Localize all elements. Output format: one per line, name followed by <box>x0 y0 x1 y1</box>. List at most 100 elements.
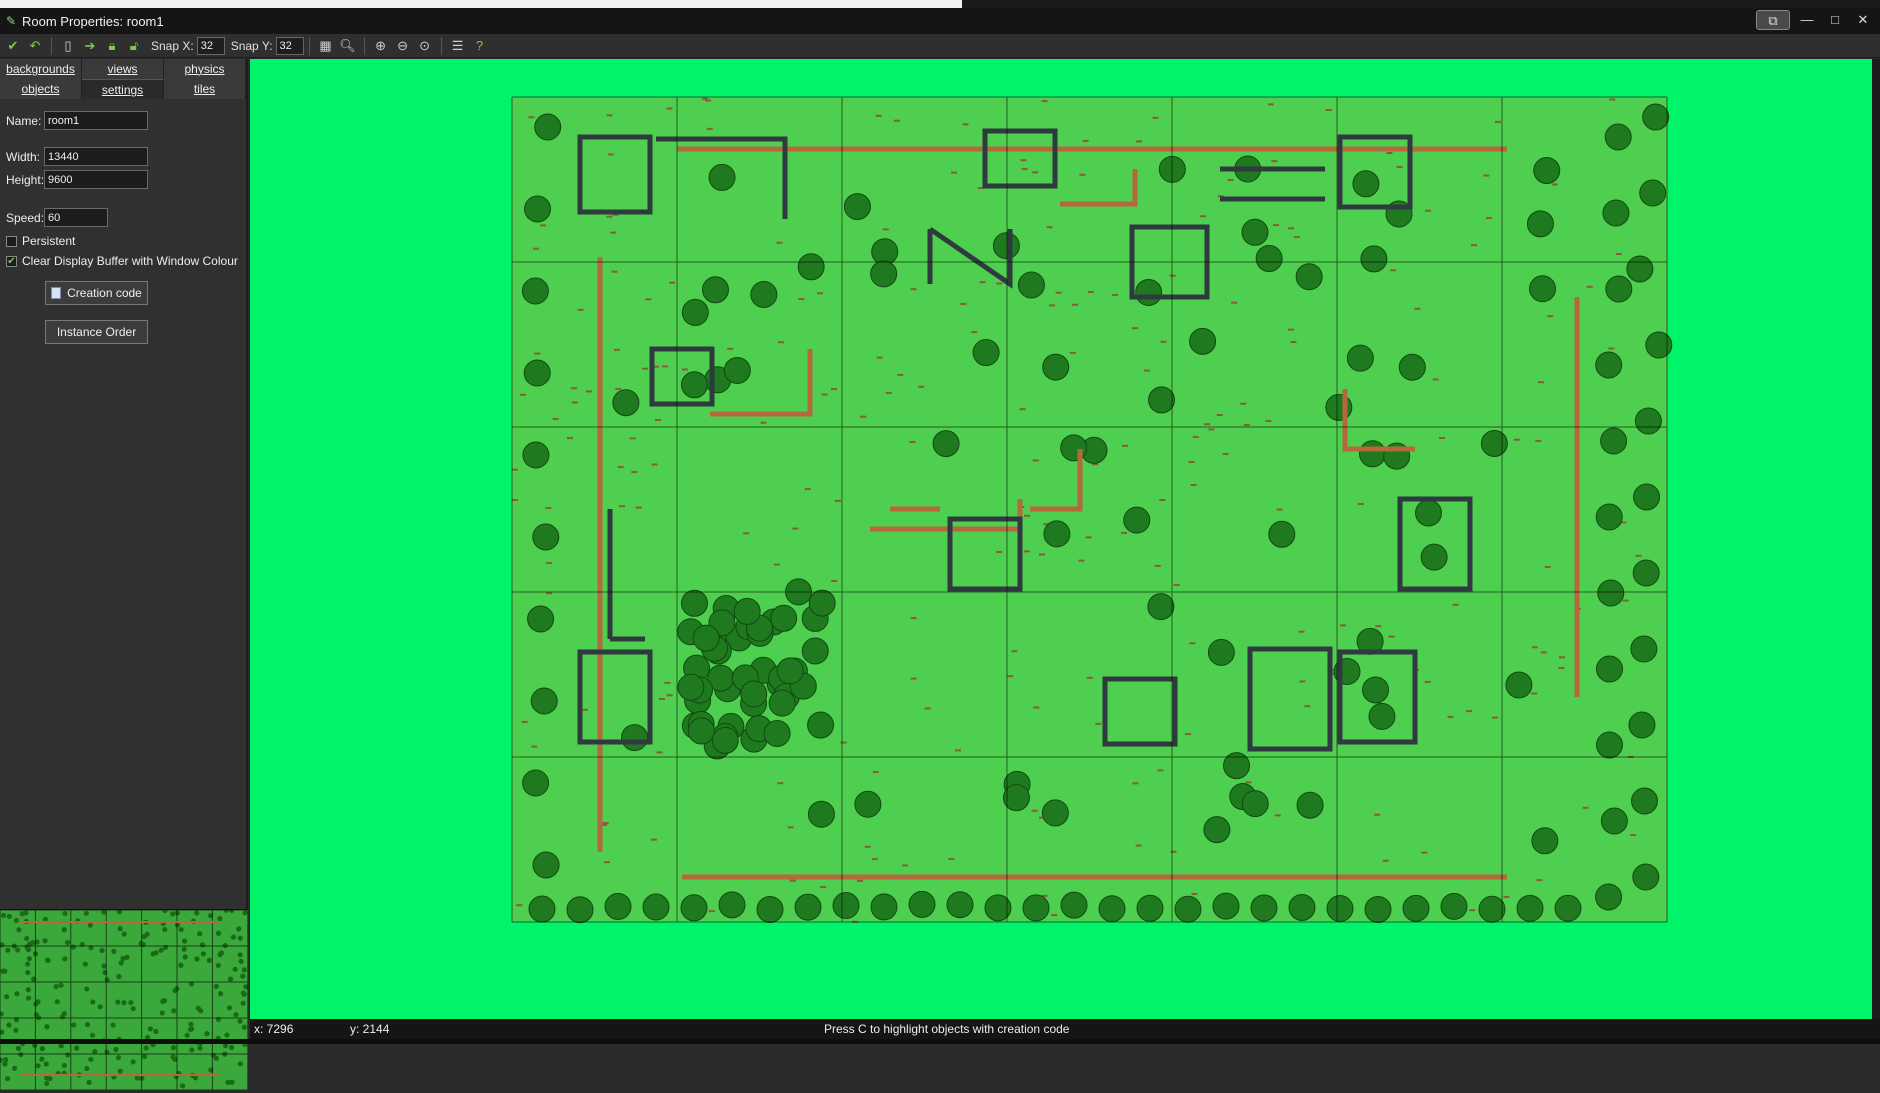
lock-icon[interactable]: 🔒︎ <box>101 35 123 57</box>
zoom-out-icon[interactable]: ⊖ <box>392 35 414 57</box>
minimap-tree <box>102 969 108 976</box>
minimap-tree <box>65 1052 71 1058</box>
minimap-tree <box>26 955 33 962</box>
help-icon[interactable]: ? <box>469 35 491 57</box>
grass-tuft <box>528 116 535 119</box>
grid-icon[interactable]: ▦ <box>315 35 337 57</box>
tree <box>1642 103 1670 131</box>
minimap-tree <box>0 912 7 918</box>
zoom-in-icon[interactable]: ⊕ <box>370 35 392 57</box>
grass-tuft <box>924 707 931 710</box>
grass-tuft <box>1276 508 1283 511</box>
minimap-tree <box>237 1061 244 1067</box>
minimize-icon[interactable]: — <box>1796 10 1818 30</box>
grass-tuft <box>1608 347 1615 350</box>
tab-physics[interactable]: physics <box>164 59 246 79</box>
minimap-tree <box>199 942 206 948</box>
grass-tuft <box>571 401 578 404</box>
minimap-tree <box>194 910 200 916</box>
minimap-tree <box>84 1021 91 1028</box>
persistent-label: Persistent <box>22 234 76 248</box>
tree <box>1136 894 1164 922</box>
snap-y-input[interactable] <box>275 36 304 55</box>
grass-tuft <box>618 505 625 508</box>
tree <box>1595 655 1623 683</box>
minimap-tree <box>99 947 105 954</box>
speed-input[interactable] <box>44 208 108 227</box>
minimap-tree <box>61 927 67 933</box>
list-icon[interactable]: ☰ <box>447 35 469 57</box>
tree <box>768 689 796 717</box>
maximize-icon[interactable]: □ <box>1824 10 1846 30</box>
minimap-tree <box>39 1046 45 1052</box>
tree <box>677 673 705 701</box>
grass-tuft <box>534 352 541 355</box>
grass-tuft <box>1019 408 1026 411</box>
minimap-tree <box>206 957 212 963</box>
name-input[interactable] <box>44 111 148 130</box>
grass-tuft <box>1609 98 1616 101</box>
instance-order-button[interactable]: Instance Order <box>45 320 148 344</box>
undo-icon[interactable]: ↶ <box>24 35 46 57</box>
new-icon[interactable]: ▯ <box>57 35 79 57</box>
toolbar-separator <box>363 36 365 55</box>
zoom-reset-icon[interactable]: ⊙ <box>414 35 436 57</box>
grass-tuft <box>1031 809 1038 812</box>
grass-tuft <box>1046 226 1053 229</box>
room-minimap[interactable] <box>0 907 249 1091</box>
tree <box>1295 263 1323 291</box>
minimap-tree <box>71 1022 77 1028</box>
grass-tuft <box>962 123 969 126</box>
tree <box>566 896 594 924</box>
minimap-tree <box>181 946 187 952</box>
minimap-tree <box>197 931 203 937</box>
arrow-icon[interactable]: ➔ <box>79 35 101 57</box>
width-input[interactable] <box>44 147 148 166</box>
grass-tuft <box>804 488 811 491</box>
tree <box>992 232 1020 260</box>
height-input[interactable] <box>44 170 148 189</box>
grass-tuft <box>1087 290 1094 293</box>
creation-code-button[interactable]: Creation code <box>45 281 148 305</box>
check-icon[interactable]: ✔ <box>2 35 24 57</box>
minimap-tree <box>179 1083 186 1089</box>
minimap-tree <box>24 935 30 942</box>
tree <box>1041 799 1069 827</box>
restore-down-icon[interactable]: ⧉ <box>1756 10 1790 30</box>
persistent-checkbox[interactable] <box>6 235 17 247</box>
minimap-tree <box>88 1056 94 1063</box>
tree <box>1634 407 1662 435</box>
tree <box>1531 827 1559 855</box>
grass-tuft <box>909 441 916 444</box>
vertical-scrollbar[interactable] <box>1872 59 1880 1019</box>
minimap-tree <box>61 1010 67 1017</box>
zoom-icon[interactable]: 🔍︎ <box>337 35 359 57</box>
tab-settings[interactable]: settings <box>82 79 164 99</box>
snap-x-input[interactable] <box>196 36 225 55</box>
minimap-tree <box>181 938 188 944</box>
grass-tuft <box>830 387 837 390</box>
grass-tuft <box>831 579 838 582</box>
bottom-edge <box>0 1039 1880 1044</box>
grass-tuft <box>910 677 917 680</box>
tab-backgrounds[interactable]: backgrounds <box>0 59 82 79</box>
tab-views[interactable]: views <box>82 59 164 79</box>
minimap-tree <box>171 1008 177 1014</box>
minimap-tree <box>35 1063 41 1069</box>
grass-tuft <box>1615 253 1622 256</box>
minimap-tree <box>240 1000 246 1006</box>
grass-tuft <box>1466 710 1473 713</box>
tree <box>1605 275 1633 303</box>
tab-objects[interactable]: objects <box>0 79 82 99</box>
minimap-tree <box>182 954 188 960</box>
minimap-tree <box>217 951 223 958</box>
tree <box>1526 210 1554 238</box>
minimap-tree <box>113 1046 119 1053</box>
tree <box>1346 344 1374 372</box>
room-canvas[interactable] <box>250 59 1880 1019</box>
clear-buffer-checkbox[interactable]: ✔ <box>6 255 17 267</box>
grass-tuft <box>1071 303 1078 306</box>
unlock-icon[interactable]: 🔓︎ <box>123 35 145 57</box>
close-icon[interactable]: ✕ <box>1852 10 1874 30</box>
tab-tiles[interactable]: tiles <box>164 79 246 99</box>
